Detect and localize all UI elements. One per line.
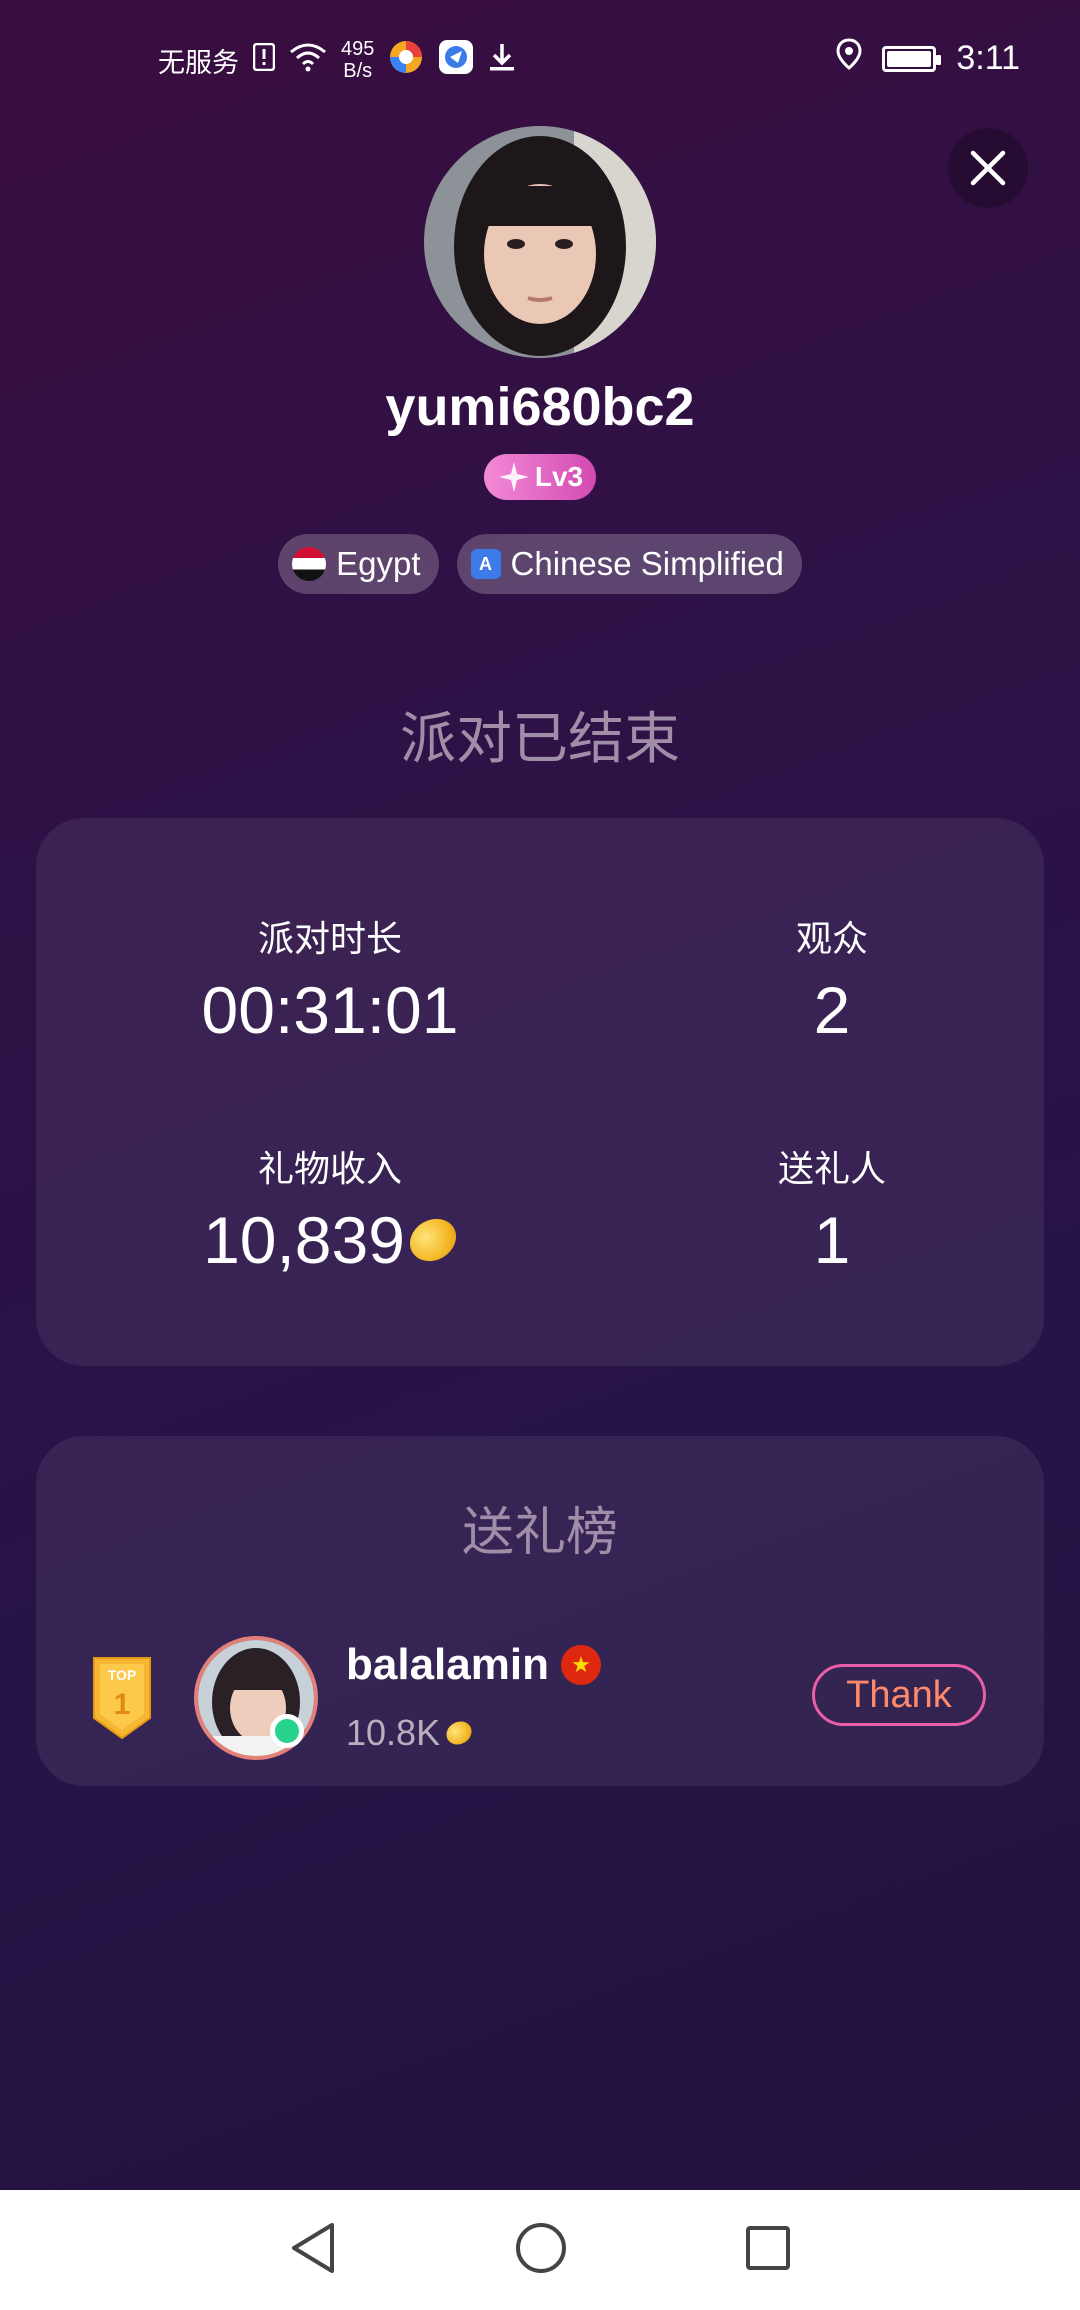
country-label: Egypt [336, 545, 421, 582]
translate-icon: A [470, 549, 501, 579]
host-avatar[interactable] [424, 126, 656, 358]
home-button[interactable] [514, 2221, 568, 2280]
stat-label: 派对时长 [257, 918, 402, 959]
back-icon [292, 2222, 334, 2273]
profile-tags: Egypt A Chinese Simplified [0, 534, 1080, 594]
stat-gift-income: 礼物收入 10,839 [130, 1140, 530, 1278]
stat-value: 1 [813, 1203, 851, 1277]
level-badge: Lv3 [484, 454, 596, 500]
gifter-amount-row: 10.8K [346, 1712, 476, 1754]
home-icon [516, 2222, 566, 2273]
recents-button[interactable] [744, 2224, 792, 2277]
sparkle-icon [498, 462, 529, 492]
thank-button[interactable]: Thank [812, 1664, 986, 1726]
country-tag: Egypt [278, 534, 439, 594]
party-ended-title: 派对已结束 [400, 707, 680, 770]
host-username: yumi680bc2 [385, 377, 695, 437]
stat-value: 00:31:01 [201, 973, 459, 1047]
stat-audience: 观众 2 [632, 910, 1032, 1048]
language-tag: A Chinese Simplified [456, 534, 802, 594]
level-text: Lv3 [534, 461, 584, 492]
system-navigation-bar [0, 2190, 1080, 2310]
stat-gifters: 送礼人 1 [632, 1140, 1032, 1278]
stat-label: 观众 [795, 918, 868, 959]
bean-coin-icon [402, 1210, 464, 1270]
download-icon [488, 42, 516, 79]
back-button[interactable] [288, 2221, 338, 2280]
close-icon [970, 150, 1006, 186]
ranking-title: 送礼榜 [461, 1504, 618, 1562]
gifter-name: balalamin [346, 1640, 549, 1689]
top-label: TOP [108, 1667, 137, 1683]
party-stats-card: 派对时长 00:31:01 观众 2 礼物收入 10,839 送礼人 1 [36, 818, 1044, 1366]
recents-icon [746, 2225, 790, 2270]
stat-label: 送礼人 [777, 1148, 886, 1189]
status-bar: 无服务 495 B/s 3:11 [0, 0, 1080, 125]
gift-ranking-card: 送礼榜 TOP 1 balalamin ★ 10.8K Thank [36, 1436, 1044, 1786]
wifi-icon [289, 42, 327, 79]
stat-label: 礼物收入 [257, 1148, 402, 1189]
online-status-indicator [270, 1714, 304, 1748]
sim-alert-icon [252, 42, 276, 78]
bean-coin-icon [442, 1716, 476, 1750]
carrier-label: 无服务 [158, 47, 239, 78]
china-flag-icon: ★ [560, 1645, 601, 1685]
location-icon [836, 38, 862, 79]
app-notification-icon [438, 39, 474, 82]
close-button[interactable] [948, 128, 1028, 208]
battery-icon [882, 45, 942, 72]
rank-number: 1 [114, 1688, 131, 1721]
network-speed: 495 B/s [341, 38, 375, 82]
gifter-amount: 10.8K [346, 1712, 441, 1753]
stat-value: 10,839 [203, 1203, 405, 1277]
language-label: Chinese Simplified [510, 545, 784, 582]
stat-duration: 派对时长 00:31:01 [130, 910, 530, 1048]
browser-app-icon [388, 39, 424, 82]
egypt-flag-icon [292, 547, 327, 581]
stat-value: 2 [813, 973, 851, 1047]
clock: 3:11 [956, 39, 1020, 77]
gifter-name-row: balalamin ★ [346, 1640, 601, 1690]
top-rank-badge: TOP 1 [92, 1656, 152, 1740]
